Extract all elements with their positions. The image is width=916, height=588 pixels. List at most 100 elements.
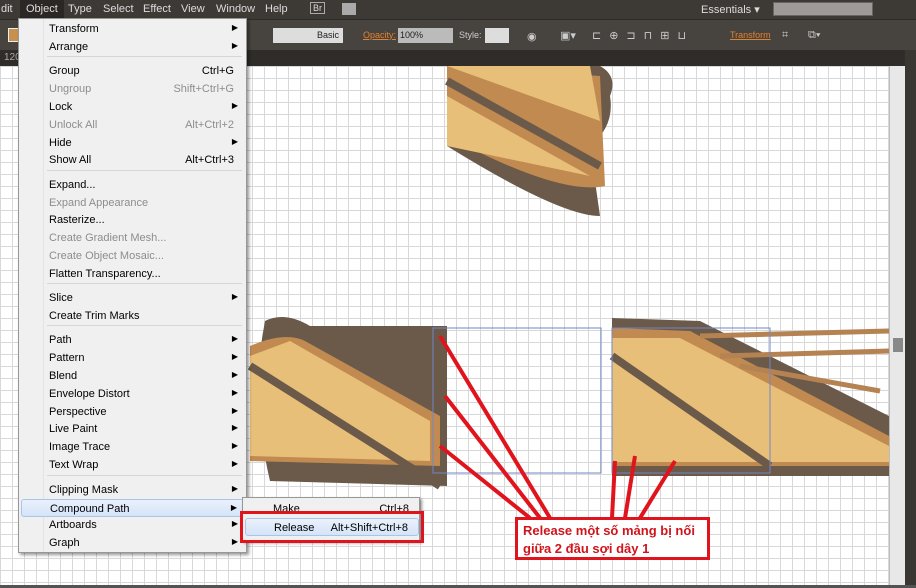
menu-item-path[interactable]: Path ▶ bbox=[21, 331, 244, 349]
menu-item-ungroup[interactable]: Ungroup Shift+Ctrl+G bbox=[21, 80, 244, 98]
menu-item-group[interactable]: Group Ctrl+G bbox=[21, 62, 244, 80]
menu-item-perspective[interactable]: Perspective ▶ bbox=[21, 403, 244, 421]
annotation-note: Release một số mảng bị nối giữa 2 đầu sợi… bbox=[515, 517, 710, 560]
menu-item-show-all[interactable]: Show All Alt+Ctrl+3 bbox=[21, 151, 244, 169]
object-menu: Transform ▶ Arrange ▶ Group Ctrl+G Ungroup Shif… bbox=[18, 18, 247, 553]
menu-item-pattern[interactable]: Pattern ▶ bbox=[21, 349, 244, 367]
transform-link[interactable]: Transform bbox=[730, 30, 771, 40]
menu-item-label: Show All bbox=[49, 154, 92, 166]
submenu-arrow-icon: ▶ bbox=[231, 23, 238, 32]
menu-item-shortcut: Ctrl+G bbox=[201, 65, 234, 77]
menu-edit[interactable]: dit bbox=[1, 3, 13, 15]
rope-right-segment bbox=[609, 318, 890, 476]
recolor-icon[interactable]: ◉ bbox=[527, 30, 537, 43]
menu-item-label: Compound Path bbox=[50, 503, 130, 515]
submenu-arrow-icon: ▶ bbox=[231, 388, 238, 397]
menu-item-image-trace[interactable]: Image Trace ▶ bbox=[21, 438, 244, 456]
menu-item-label: Create Gradient Mesh... bbox=[49, 232, 167, 244]
bridge-button[interactable]: Br bbox=[310, 2, 325, 14]
scroll-thumb[interactable] bbox=[893, 338, 903, 352]
menu-item-label: Slice bbox=[49, 292, 73, 304]
menu-item-arrange[interactable]: Arrange ▶ bbox=[21, 38, 244, 56]
menu-item-compound-path[interactable]: Compound Path ▶ bbox=[21, 499, 244, 517]
menu-item-clipping-mask[interactable]: Clipping Mask ▶ bbox=[21, 481, 244, 499]
menu-item-rasterize[interactable]: Rasterize... bbox=[21, 211, 244, 229]
menu-separator bbox=[47, 475, 242, 476]
menu-item-live-paint[interactable]: Live Paint ▶ bbox=[21, 420, 244, 438]
align-icons[interactable]: ⊏⊕⊐⊓⊞⊔ bbox=[592, 29, 694, 42]
isolate-icon[interactable]: ⌗ bbox=[782, 29, 788, 42]
menu-item-label: Arrange bbox=[49, 41, 89, 53]
vertical-scrollbar[interactable] bbox=[889, 66, 905, 585]
menu-item-label: Envelope Distort bbox=[49, 388, 130, 400]
menu-view[interactable]: View bbox=[181, 3, 205, 15]
menu-item-label: Artboards bbox=[49, 519, 97, 531]
menu-item-label: Flatten Transparency... bbox=[49, 268, 161, 280]
align-to-icon[interactable]: ▣▾ bbox=[560, 29, 576, 42]
menu-item-transform[interactable]: Transform ▶ bbox=[21, 20, 244, 38]
menu-item-label: Path bbox=[49, 334, 72, 346]
menu-item-label: Hide bbox=[49, 137, 72, 149]
annotation-line-2: giữa 2 đầu sợi dây 1 bbox=[523, 541, 650, 556]
menu-item-expand[interactable]: Expand... bbox=[21, 176, 244, 194]
menu-item-shortcut: Alt+Ctrl+2 bbox=[185, 119, 234, 131]
submenu-arrow-icon: ▶ bbox=[231, 406, 238, 415]
menu-help[interactable]: Help bbox=[265, 3, 288, 15]
menu-item-flatten-transparency[interactable]: Flatten Transparency... bbox=[21, 265, 244, 283]
submenu-arrow-icon: ▶ bbox=[231, 137, 238, 146]
menu-item-create-object-mosaic[interactable]: Create Object Mosaic... bbox=[21, 247, 244, 265]
menu-item-lock[interactable]: Lock ▶ bbox=[21, 98, 244, 116]
menu-item-graph[interactable]: Graph ▶ bbox=[21, 534, 244, 552]
menu-item-label: Live Paint bbox=[49, 423, 98, 435]
menu-window[interactable]: Window bbox=[216, 3, 255, 15]
rope-left-segment bbox=[247, 317, 447, 490]
opacity-input[interactable]: 100% bbox=[398, 28, 453, 43]
menu-object[interactable]: Object bbox=[20, 0, 64, 19]
submenu-arrow-icon: ▶ bbox=[231, 352, 238, 361]
search-input[interactable] bbox=[773, 2, 873, 16]
menu-item-artboards[interactable]: Artboards ▶ bbox=[21, 516, 244, 534]
menu-item-blend[interactable]: Blend ▶ bbox=[21, 367, 244, 385]
workspace-label: Essentials bbox=[701, 4, 752, 16]
stroke-profile-select[interactable]: Basic bbox=[273, 28, 343, 43]
menu-item-label: Perspective bbox=[49, 406, 107, 418]
submenu-arrow-icon: ▶ bbox=[231, 41, 238, 50]
menu-select[interactable]: Select bbox=[103, 3, 134, 15]
submenu-arrow-icon: ▶ bbox=[231, 484, 238, 493]
menu-item-label: Create Trim Marks bbox=[49, 310, 140, 322]
menu-item-create-trim-marks[interactable]: Create Trim Marks bbox=[21, 307, 244, 325]
menu-item-shortcut: Alt+Ctrl+3 bbox=[185, 154, 234, 166]
menu-item-hide[interactable]: Hide ▶ bbox=[21, 134, 244, 152]
menu-separator bbox=[47, 170, 242, 171]
style-swatch[interactable] bbox=[485, 28, 509, 43]
menu-item-label: Transform bbox=[49, 23, 99, 35]
menu-item-envelope-distort[interactable]: Envelope Distort ▶ bbox=[21, 385, 244, 403]
submenu-arrow-icon: ▶ bbox=[231, 459, 238, 468]
submenu-arrow-icon: ▶ bbox=[231, 370, 238, 379]
menu-item-unlock-all[interactable]: Unlock All Alt+Ctrl+2 bbox=[21, 116, 244, 134]
arrange-documents-icon[interactable] bbox=[342, 3, 356, 15]
submenu-arrow-icon: ▶ bbox=[231, 519, 238, 528]
menu-item-label: Text Wrap bbox=[49, 459, 99, 471]
menu-type[interactable]: Type bbox=[68, 3, 92, 15]
menu-item-create-gradient-mesh[interactable]: Create Gradient Mesh... bbox=[21, 229, 244, 247]
menu-item-label: Expand... bbox=[49, 179, 96, 191]
workspace-switcher[interactable]: Essentials ▾ bbox=[701, 3, 760, 16]
menu-item-label: Rasterize... bbox=[49, 214, 105, 226]
menu-item-slice[interactable]: Slice ▶ bbox=[21, 289, 244, 307]
submenu-arrow-icon: ▶ bbox=[231, 441, 238, 450]
submenu-arrow-icon: ▶ bbox=[231, 334, 238, 343]
menu-item-label: Image Trace bbox=[49, 441, 111, 453]
menu-effect[interactable]: Effect bbox=[143, 3, 171, 15]
menu-item-label: Graph bbox=[49, 537, 80, 549]
style-label: Style: bbox=[459, 30, 482, 40]
menu-item-expand-appearance[interactable]: Expand Appearance bbox=[21, 194, 244, 212]
selection-bbox-left bbox=[432, 327, 602, 474]
menu-item-label: Ungroup bbox=[49, 83, 92, 95]
right-panel-dock bbox=[905, 50, 916, 585]
annotation-line-1: Release một số mảng bị nối bbox=[523, 523, 695, 538]
menu-item-label: Blend bbox=[49, 370, 78, 382]
opacity-label[interactable]: Opacity: bbox=[363, 30, 396, 40]
options-icon[interactable]: ⧉▾ bbox=[808, 29, 820, 42]
menu-item-text-wrap[interactable]: Text Wrap ▶ bbox=[21, 456, 244, 474]
